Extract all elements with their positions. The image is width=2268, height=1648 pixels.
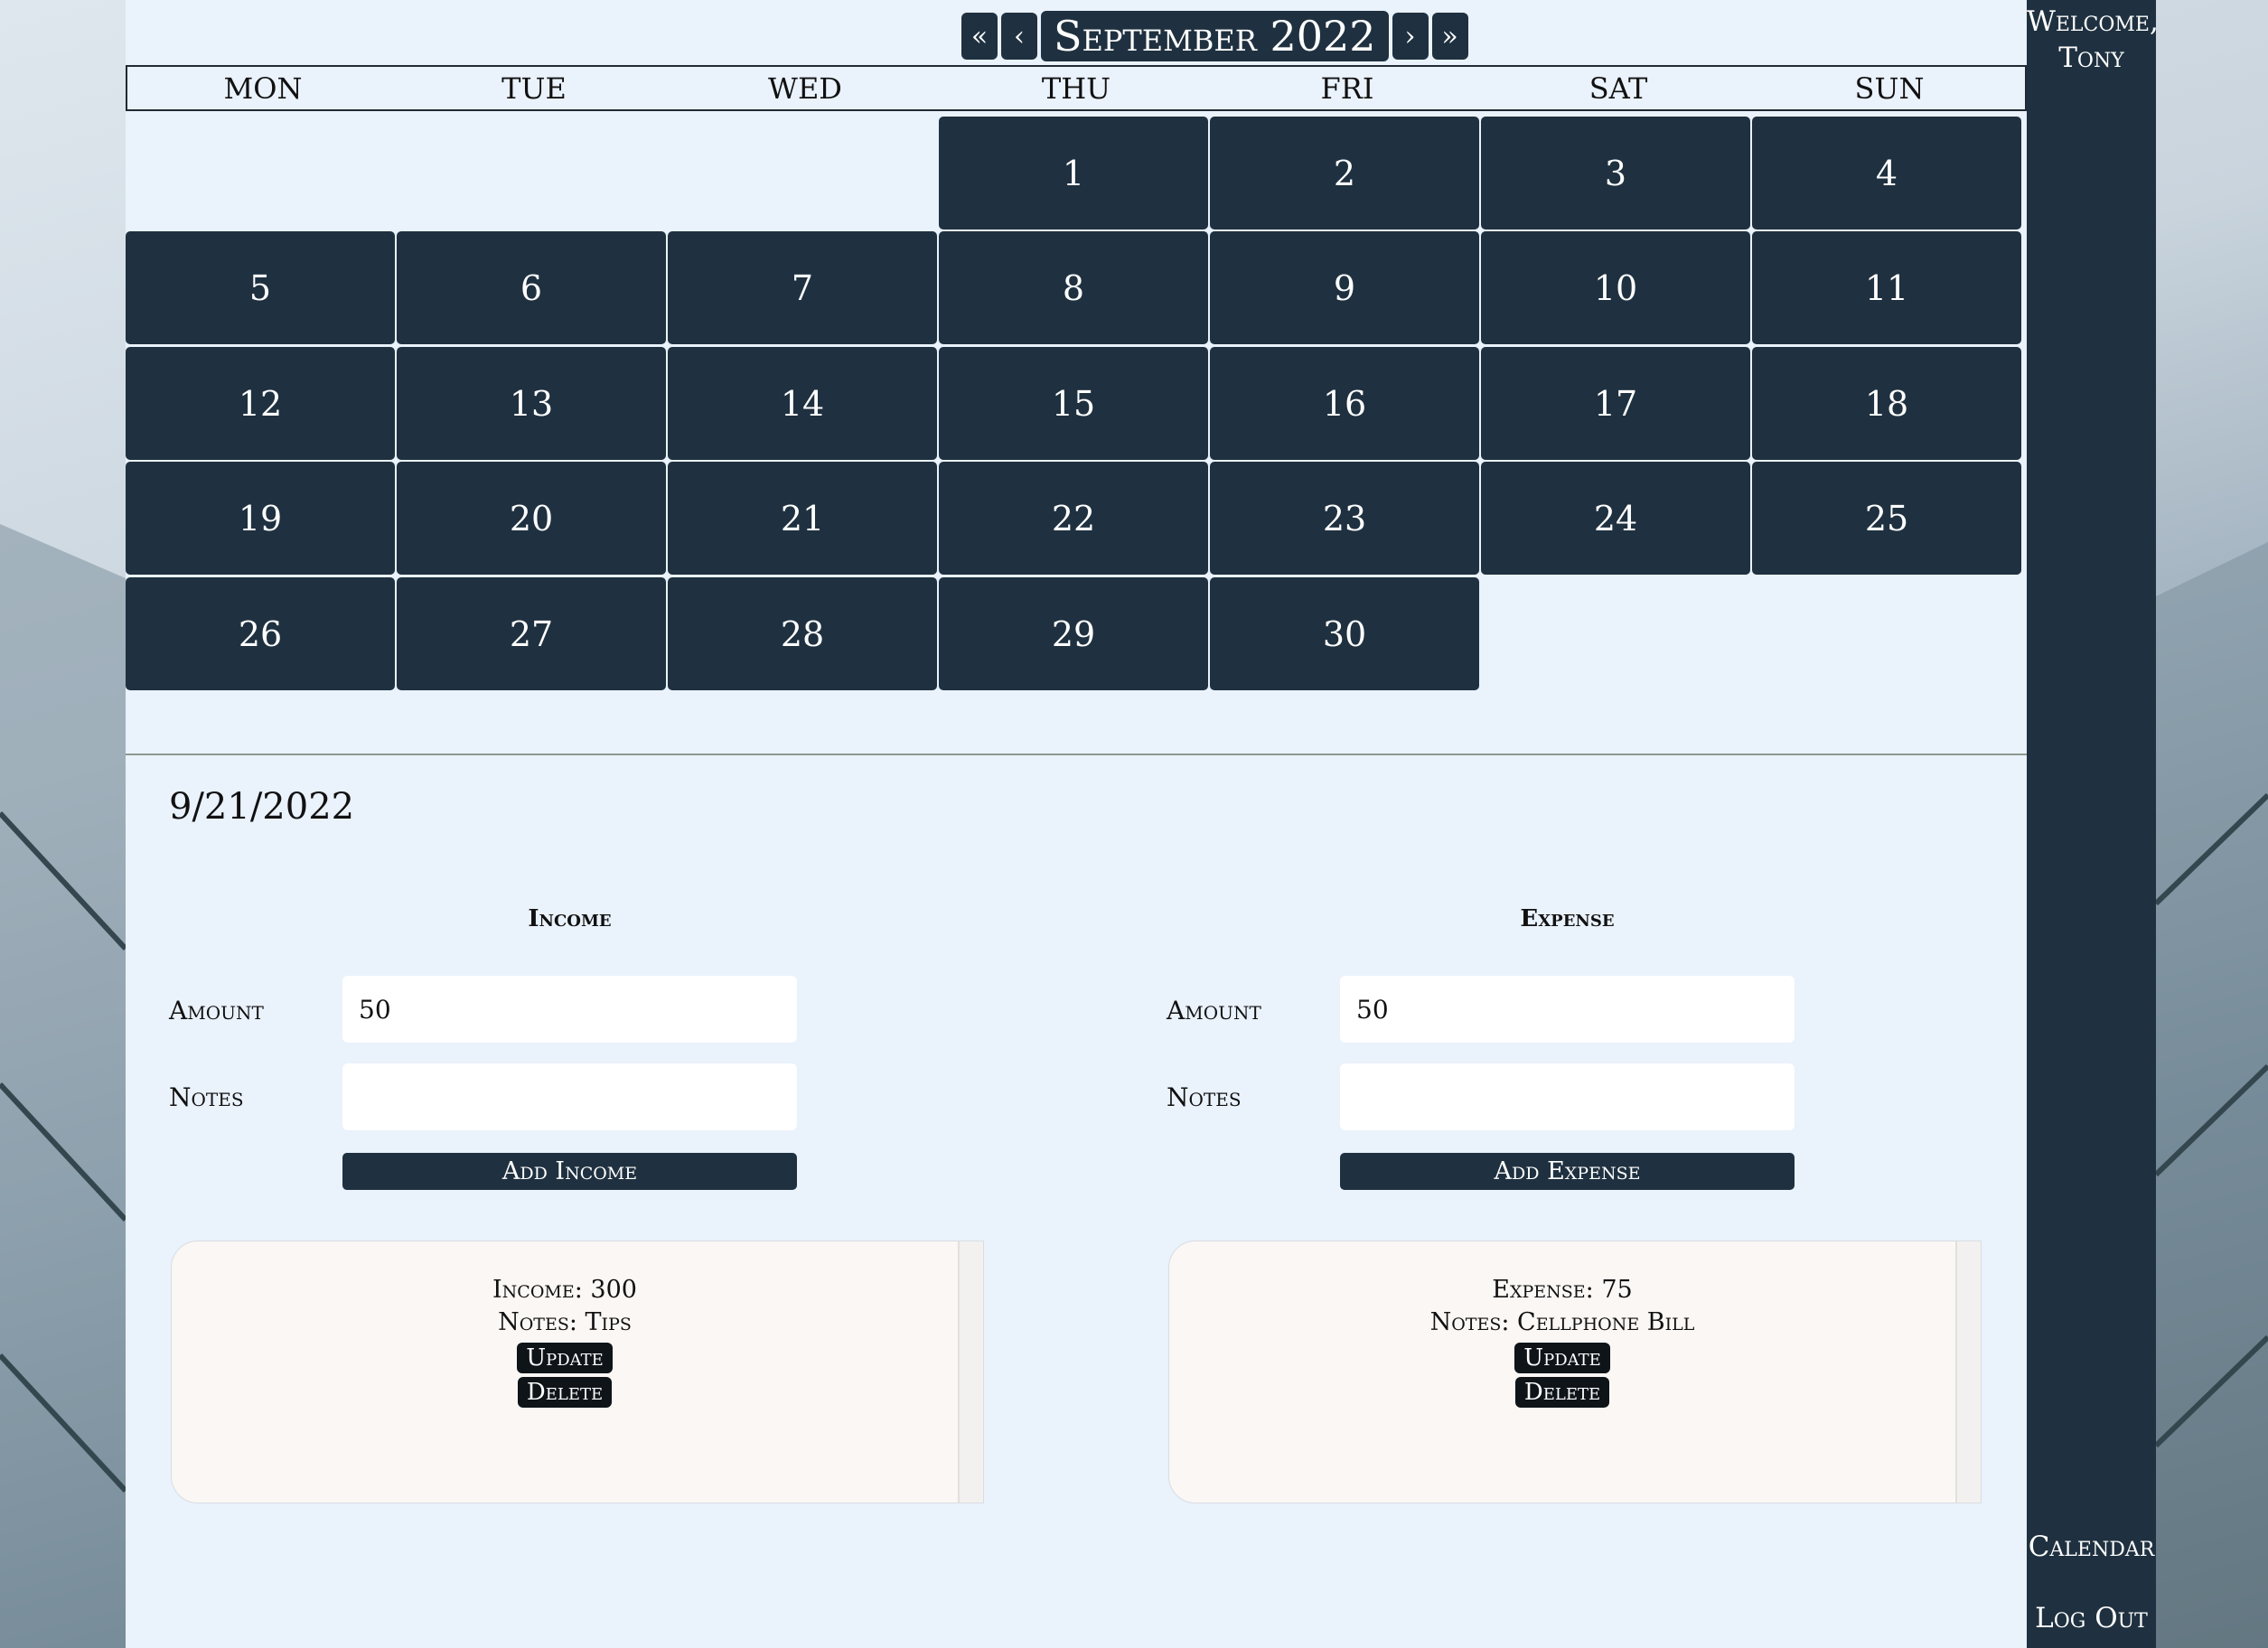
day-cell[interactable]: 23 [1210, 462, 1479, 575]
expense-record-notes: Notes: Cellphone Bill [1429, 1308, 1695, 1336]
day-cell[interactable]: 18 [1752, 347, 2021, 460]
income-record: Income: 300 Notes: Tips Update Delete [172, 1274, 958, 1408]
weekday-header: MON TUE WED THU FRI SAT SUN [126, 65, 2027, 111]
welcome-message: Welcome, Tony [2027, 4, 2159, 76]
next-month-button[interactable]: › [1392, 13, 1429, 60]
expense-record: Expense: 75 Notes: Cellphone Bill Update… [1169, 1274, 1955, 1408]
income-notes-input[interactable] [342, 1063, 797, 1130]
welcome-username: Tony [2058, 42, 2124, 74]
calendar-link[interactable]: Calendar [2027, 1531, 2156, 1563]
day-cell[interactable]: 7 [668, 231, 937, 344]
day-cell[interactable]: 6 [397, 231, 666, 344]
income-record-amount: Income: 300 [492, 1276, 637, 1304]
expense-card-scrollbar[interactable] [1955, 1241, 1981, 1503]
expense-record-amount: Expense: 75 [1492, 1276, 1633, 1304]
income-heading: Income [528, 905, 612, 932]
day-cell[interactable]: 15 [939, 347, 1208, 460]
day-cell[interactable]: 8 [939, 231, 1208, 344]
last-month-button[interactable]: » [1431, 13, 1468, 60]
day-cell[interactable]: 12 [126, 347, 395, 460]
income-notes-label: Notes [169, 1082, 244, 1112]
income-record-card: Income: 300 Notes: Tips Update Delete [171, 1241, 984, 1503]
welcome-greeting: Welcome, [2027, 5, 2159, 38]
day-cell[interactable]: 22 [939, 462, 1208, 575]
day-cell[interactable]: 26 [126, 577, 395, 690]
day-cell[interactable]: 19 [126, 462, 395, 575]
day-cell[interactable]: 9 [1210, 231, 1479, 344]
expense-heading: Expense [1520, 905, 1615, 932]
expense-form: Expense Amount Notes Add Expense [1167, 894, 1980, 1202]
income-card-scrollbar[interactable] [958, 1241, 983, 1503]
calendar-day-grid: 1 2 3 4 5 6 7 8 9 10 11 12 13 14 15 16 1… [126, 117, 2027, 691]
income-record-notes: Notes: Tips [498, 1308, 632, 1336]
expense-notes-input[interactable] [1340, 1063, 1795, 1130]
day-cell[interactable]: 16 [1210, 347, 1479, 460]
day-cell[interactable]: 11 [1752, 231, 2021, 344]
day-cell[interactable]: 4 [1752, 117, 2021, 229]
expense-delete-button[interactable]: Delete [1514, 1377, 1610, 1408]
selected-date-heading: 9/21/2022 [169, 786, 355, 828]
weekday-label: TUE [501, 70, 567, 106]
day-cell[interactable]: 29 [939, 577, 1208, 690]
expense-notes-label: Notes [1167, 1082, 1242, 1112]
weekday-label: MON [223, 70, 303, 106]
day-cell[interactable]: 14 [668, 347, 937, 460]
expense-amount-label: Amount [1167, 996, 1261, 1025]
day-cell[interactable]: 10 [1481, 231, 1750, 344]
income-amount-input[interactable] [342, 976, 797, 1043]
income-amount-label: Amount [169, 996, 264, 1025]
day-cell[interactable]: 20 [397, 462, 666, 575]
expense-update-button[interactable]: Update [1514, 1343, 1610, 1373]
weekday-label: THU [1041, 70, 1111, 106]
income-form: Income Amount Notes Add Income [169, 894, 982, 1202]
weekday-label: WED [768, 70, 842, 106]
day-cell-selected[interactable]: 21 [668, 462, 937, 575]
day-cell[interactable]: 2 [1210, 117, 1479, 229]
day-cell[interactable]: 24 [1481, 462, 1750, 575]
first-month-button[interactable]: « [961, 13, 998, 60]
add-expense-button[interactable]: Add Expense [1340, 1153, 1795, 1190]
weekday-label: SAT [1589, 70, 1648, 106]
day-cell[interactable]: 13 [397, 347, 666, 460]
expense-amount-input[interactable] [1340, 976, 1795, 1043]
add-income-button[interactable]: Add Income [342, 1153, 797, 1190]
day-cell[interactable]: 28 [668, 577, 937, 690]
weekday-label: SUN [1854, 70, 1925, 106]
month-title: September 2022 [1041, 11, 1389, 61]
day-cell[interactable]: 5 [126, 231, 395, 344]
sidebar: Welcome, Tony Calendar Log Out [2027, 0, 2159, 1648]
expense-record-card: Expense: 75 Notes: Cellphone Bill Update… [1168, 1241, 1982, 1503]
day-cell[interactable]: 17 [1481, 347, 1750, 460]
main-panel: « ‹ September 2022 › » MON TUE WED THU F… [126, 0, 2027, 1648]
income-update-button[interactable]: Update [517, 1343, 613, 1373]
day-cell[interactable]: 3 [1481, 117, 1750, 229]
day-cell[interactable]: 30 [1210, 577, 1479, 690]
income-delete-button[interactable]: Delete [517, 1377, 613, 1408]
day-cell[interactable]: 25 [1752, 462, 2021, 575]
previous-month-button[interactable]: ‹ [1001, 13, 1037, 60]
day-cell[interactable]: 1 [939, 117, 1208, 229]
month-navigation: « ‹ September 2022 › » [961, 11, 1468, 61]
weekday-label: FRI [1320, 70, 1374, 106]
logout-link[interactable]: Log Out [2027, 1602, 2156, 1634]
day-cell[interactable]: 27 [397, 577, 666, 690]
section-divider [126, 754, 2027, 755]
